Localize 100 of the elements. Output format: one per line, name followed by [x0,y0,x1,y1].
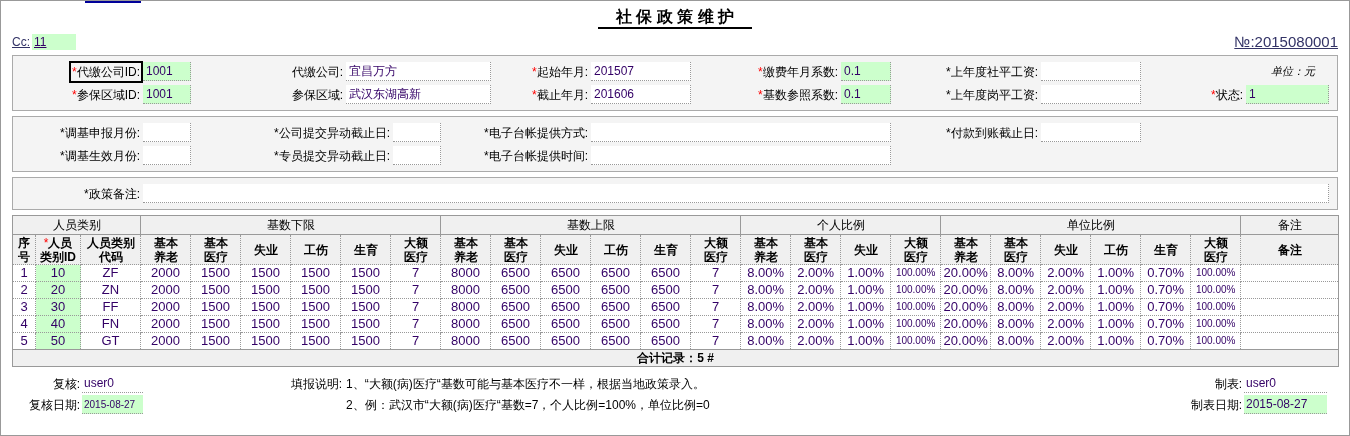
table-cell: 8.00% [990,281,1041,299]
input-field[interactable]: 201507 [591,62,691,81]
table-cell: 1500 [290,264,341,282]
field-label: *付款到账截止日: [945,124,1039,142]
group-header: 基数上限 [440,215,741,235]
table-cell: 2.00% [790,298,841,316]
table-cell: 2 [12,281,36,299]
column-header: 生育 [1153,242,1178,257]
input-field[interactable]: 0.1 [841,62,891,81]
required-asterisk: * [758,87,763,102]
field-label: 参保区域: [290,86,344,104]
input-field[interactable]: 0.1 [841,85,891,104]
field-label: *电子台帐提供方式: [483,124,589,142]
input-field[interactable] [1041,62,1141,81]
column-header: 失业 [853,242,878,257]
table-cell: 0.70% [1140,264,1191,282]
table-cell: 7 [690,281,741,299]
input-field[interactable] [591,123,891,142]
field-label: *专员提交异动截止日: [273,147,391,165]
table-cell: 1500 [190,315,241,333]
cc-label[interactable]: Cc: [12,33,32,51]
table-cell: 1500 [340,315,391,333]
input-field[interactable] [393,123,441,142]
table-cell: 8000 [440,315,491,333]
table-cell: 2.00% [790,315,841,333]
input-field[interactable]: 201606 [591,85,691,104]
input-field[interactable]: 2015-08-27 [82,395,143,414]
notes-text: 2、例：武汉市“大额(病)医疗“基数=7，个人比例=100%，单位比例=0 [346,396,711,414]
table-cell: 2.00% [1040,298,1091,316]
required-asterisk: * [60,125,65,140]
table-cell: 0.70% [1140,298,1191,316]
table-cell: 7 [690,315,741,333]
table-cell: 7 [390,264,441,282]
column-header: 工伤 [603,242,628,257]
table-cell: 8000 [440,298,491,316]
table-cell: 2.00% [1040,281,1091,299]
required-asterisk: * [484,125,489,140]
required-asterisk: * [946,125,951,140]
group-header: 备注 [1240,215,1339,235]
table-cell: 8.00% [990,315,1041,333]
column-header: 工伤 [303,242,328,257]
input-field[interactable]: 武汉东湖高新 [346,85,491,104]
input-field[interactable] [393,146,441,165]
input-field[interactable]: 1 [1246,85,1329,104]
cc-field[interactable]: 11 [32,34,76,50]
field-label: *政策备注: [83,185,141,203]
field-label: *状态: [1210,86,1244,104]
table-cell: 4 [12,315,36,333]
table-cell: 8000 [440,281,491,299]
table-cell: 1500 [290,298,341,316]
field-label: *基数参照系数: [757,86,839,104]
field-label: *起始年月: [531,63,589,81]
table-cell: 6500 [540,281,591,299]
required-asterisk: * [60,148,65,163]
column-header: 基本养老 [153,235,178,264]
table-cell: 2.00% [790,264,841,282]
input-field[interactable]: 1001 [143,62,191,81]
input-field[interactable]: 1001 [143,85,191,104]
table-cell: FN [80,315,141,333]
column-header: *人员类别ID [39,235,77,264]
input-field[interactable]: user0 [1244,374,1327,393]
group-header: 个人比例 [740,215,941,235]
required-asterisk: * [946,87,951,102]
required-asterisk: * [532,64,537,79]
table-cell: 1.00% [840,315,891,333]
table-cell: 1500 [340,298,391,316]
table-cell: 7 [690,298,741,316]
input-field[interactable] [143,123,191,142]
table-cell: 20.00% [940,315,991,333]
table-cell: 100.00% [1190,298,1241,316]
table-cell: 2000 [140,264,191,282]
table-cell: 1500 [340,264,391,282]
table-cell: 7 [390,281,441,299]
input-field[interactable]: user0 [82,374,143,393]
input-field[interactable]: 2015-08-27 [1244,395,1327,414]
field-label: *代缴公司ID: [71,62,141,81]
input-field[interactable] [1041,85,1141,104]
input-field[interactable] [143,184,1329,203]
table-cell: 6500 [540,298,591,316]
table-cell: 8.00% [740,281,791,299]
table-cell: 8.00% [740,315,791,333]
required-asterisk: * [72,64,77,79]
column-header: 基本医疗 [803,235,828,264]
required-asterisk: * [274,125,279,140]
required-asterisk: * [484,148,489,163]
input-field[interactable] [591,146,891,165]
field-label: 代缴公司: [290,63,344,81]
column-header: 人员类别代码 [86,235,135,264]
field-label: 制表日期: [1189,396,1243,414]
table-cell: 6500 [540,315,591,333]
table-cell: 8.00% [740,264,791,282]
table-cell: 20.00% [940,298,991,316]
table-cell: 6500 [590,281,641,299]
table-cell: 1500 [190,298,241,316]
input-field[interactable] [143,146,191,165]
input-field[interactable]: 宜昌万方 [346,62,491,81]
input-field[interactable] [1041,123,1141,142]
table-cell: 1500 [240,264,291,282]
field-label: *上年度岗平工资: [945,86,1039,104]
field-label: *截止年月: [531,86,589,104]
